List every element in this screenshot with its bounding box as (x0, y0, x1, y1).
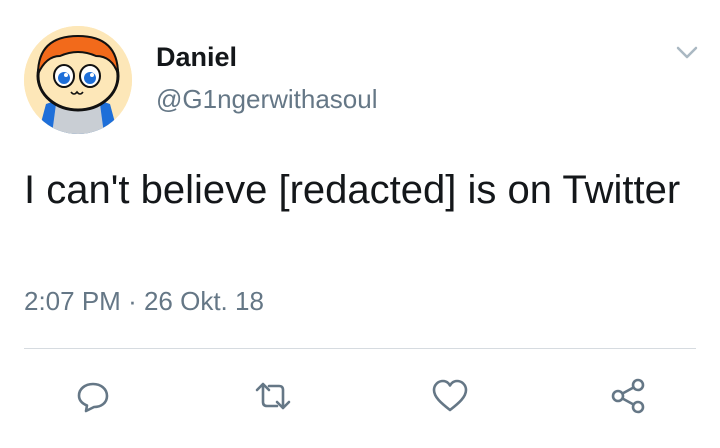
like-button[interactable] (430, 376, 470, 416)
heart-icon (432, 379, 468, 412)
tweet-text: I can't believe [redacted] is on Twitter (24, 168, 681, 212)
divider (24, 348, 696, 349)
retweet-button[interactable] (253, 376, 293, 416)
chevron-down-icon[interactable] (672, 40, 702, 64)
reply-button[interactable] (73, 376, 113, 416)
avatar-image (24, 26, 132, 134)
timestamp-separator: · (128, 286, 137, 316)
share-button[interactable] (608, 376, 648, 416)
author-handle[interactable]: @G1ngerwithasoul (156, 84, 378, 115)
retweet-icon (255, 382, 291, 410)
reply-icon (77, 382, 109, 413)
tweet-time: 2:07 PM (24, 286, 121, 316)
tweet-timestamp: 2:07 PM · 26 Okt. 18 (24, 286, 264, 317)
author-name[interactable]: Daniel (156, 42, 237, 73)
tweet-date: 26 Okt. 18 (143, 286, 264, 316)
share-icon (611, 378, 645, 414)
avatar[interactable] (24, 26, 132, 134)
